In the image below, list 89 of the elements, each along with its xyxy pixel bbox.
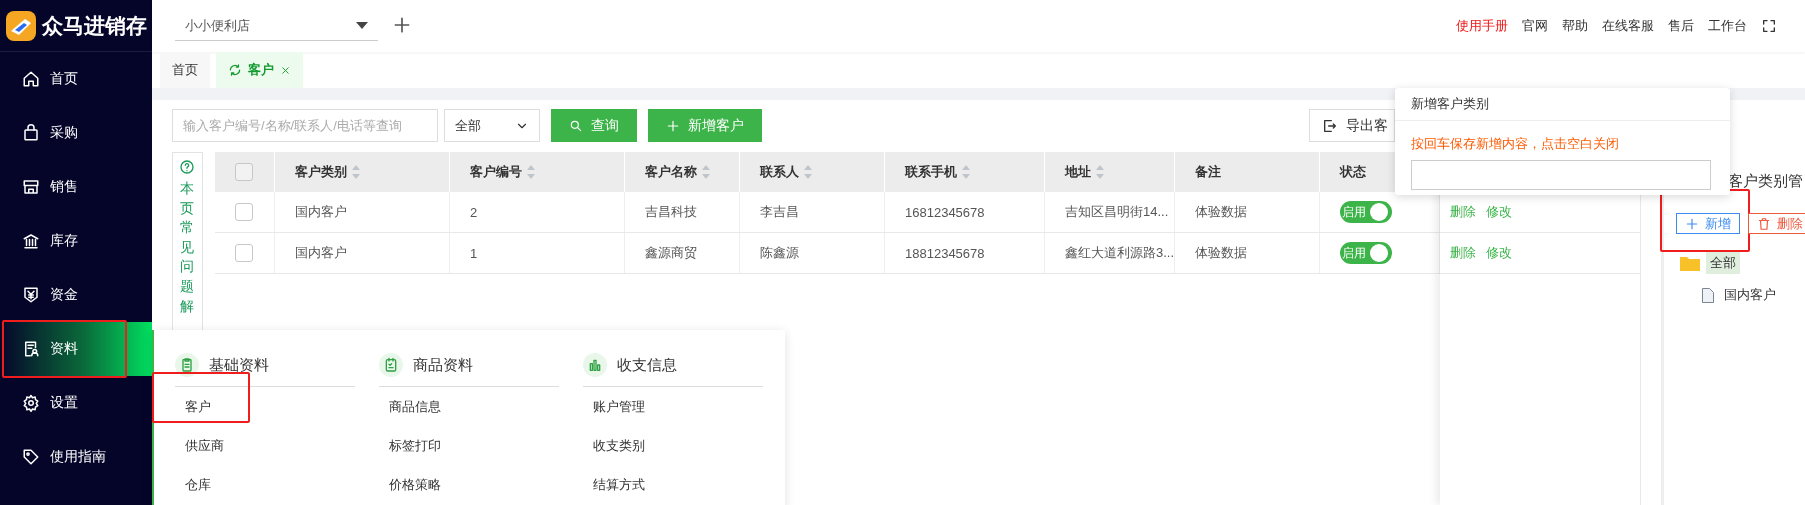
checkbox[interactable] [234, 203, 253, 221]
search-field[interactable]: 输入客户编号/名称/联系人/电话等查询 [172, 109, 438, 142]
add-button[interactable]: 新增 [1676, 213, 1740, 234]
popup-hint: 按回车保存新增内容，点击空白关闭 [1411, 135, 1620, 153]
document-person-icon [22, 340, 40, 358]
table-cell: 16812345678 [884, 192, 1045, 233]
brand-name: 众马进销存 [42, 12, 147, 39]
help-text: 本页常见问题解 [180, 179, 195, 316]
table-cell: 1 [449, 232, 625, 274]
top-link[interactable]: 售后 [1668, 17, 1694, 35]
document-icon [1702, 287, 1714, 303]
folder-icon [1680, 255, 1700, 271]
question-icon [179, 159, 196, 175]
checkbox[interactable] [234, 244, 253, 262]
column-header[interactable]: 联系人 [739, 152, 885, 192]
close-icon [280, 64, 291, 76]
category-input[interactable] [1411, 160, 1711, 190]
sidebar-item[interactable]: 采购 [0, 106, 152, 160]
plus-icon [666, 118, 680, 133]
column-header[interactable]: 客户编号 [449, 152, 625, 192]
table-cell: 国内客户 [274, 232, 450, 274]
table-cell: 吉昌科技 [624, 192, 740, 233]
search-icon [569, 118, 583, 133]
table-cell: 鑫源商贸 [624, 232, 740, 274]
bank-icon [22, 232, 40, 250]
menu-item[interactable]: 价格策略 [379, 465, 559, 504]
tab[interactable]: 首页 [160, 52, 210, 88]
table-cell: 陈鑫源 [739, 232, 885, 274]
delete-button[interactable]: 删除 [1748, 213, 1805, 234]
plus-icon [1685, 216, 1699, 231]
shop-icon [22, 178, 40, 196]
top-link[interactable]: 工作台 [1708, 17, 1747, 35]
menu-item[interactable]: 商品信息 [379, 387, 559, 426]
fullscreen-icon [1761, 18, 1777, 34]
sidebar-item[interactable]: 设置 [0, 376, 152, 430]
notepad-icon [383, 357, 399, 373]
column-header[interactable]: 备注 [1174, 152, 1320, 192]
sidebar-item[interactable]: 库存 [0, 214, 152, 268]
column-header[interactable]: 地址 [1044, 152, 1175, 192]
top-link[interactable]: 帮助 [1562, 17, 1588, 35]
sort-icon[interactable] [701, 164, 711, 180]
menu-item[interactable]: 标签打印 [379, 426, 559, 465]
menu-heading: 基础资料 [209, 355, 269, 375]
menu-item[interactable]: 收支类别 [583, 426, 763, 465]
yen-icon [22, 286, 40, 304]
top-link[interactable]: 使用手册 [1456, 17, 1508, 35]
table-cell: 吉知区昌明街14... [1044, 192, 1175, 233]
sort-icon[interactable] [526, 164, 536, 180]
table-cell: 体验数据 [1174, 192, 1320, 233]
clipboard-icon [179, 357, 195, 373]
refresh-icon [228, 63, 242, 77]
logo-icon [6, 10, 36, 41]
export-icon [1322, 117, 1338, 134]
top-link[interactable]: 在线客服 [1602, 17, 1654, 35]
menu-item[interactable]: 结算方式 [583, 465, 763, 504]
table-cell: 鑫红大道利源路3... [1044, 232, 1175, 274]
sidebar-item[interactable]: 销售 [0, 160, 152, 214]
tree-item[interactable]: 国内客户 [1720, 284, 1780, 306]
store-select[interactable]: 小小便利店 [175, 11, 378, 41]
tree-item[interactable]: 全部 [1706, 252, 1740, 274]
home-icon [22, 70, 40, 88]
popup-title: 新增客户类别 [1395, 88, 1730, 121]
table-cell: 国内客户 [274, 192, 450, 233]
table-cell: 体验数据 [1174, 232, 1320, 274]
sort-icon[interactable] [1095, 164, 1105, 180]
table-cell: 李吉昌 [739, 192, 885, 233]
sidebar-item[interactable]: 首页 [0, 52, 152, 106]
sort-icon[interactable] [351, 164, 361, 180]
menu-item[interactable]: 账户管理 [583, 387, 763, 426]
sort-icon[interactable] [803, 164, 813, 180]
table-cell: 18812345678 [884, 232, 1045, 274]
menu-heading: 收支信息 [617, 355, 677, 375]
export-button[interactable]: 导出客 [1309, 109, 1395, 142]
checkbox[interactable] [234, 163, 253, 181]
sort-icon[interactable] [961, 164, 971, 180]
column-header[interactable]: 客户名称 [624, 152, 740, 192]
gear-icon [22, 394, 40, 412]
sidebar-item[interactable]: 使用指南 [0, 430, 152, 484]
bar-chart-icon [587, 357, 603, 373]
tag-icon [22, 448, 40, 466]
column-header[interactable]: 客户类别 [274, 152, 450, 192]
sidebar-item[interactable]: 资金 [0, 268, 152, 322]
column-header[interactable]: 联系手机 [884, 152, 1045, 192]
menu-heading: 商品资料 [413, 355, 473, 375]
table-cell: 2 [449, 192, 625, 233]
filter-select[interactable]: 全部 [444, 109, 540, 142]
sidebar-item[interactable]: 资料 [0, 322, 152, 376]
trash-icon [1757, 216, 1771, 231]
top-link[interactable]: 官网 [1522, 17, 1548, 35]
